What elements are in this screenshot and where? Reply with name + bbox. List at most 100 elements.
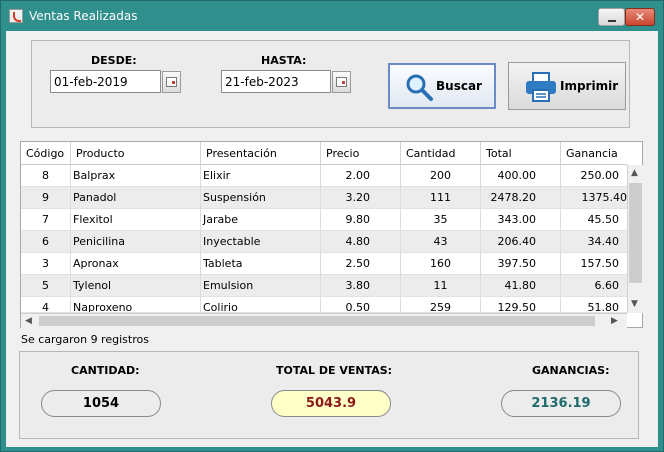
cell-codigo: 8 (21, 165, 71, 187)
cell-presentacion: Jarabe (201, 209, 321, 231)
column-header[interactable]: Ganancia (561, 142, 627, 165)
table-row[interactable]: 5 Tylenol Emulsion 3.80 11 41.80 6.60 (21, 275, 627, 297)
cell-producto: Panadol (71, 187, 201, 209)
calendar-icon (336, 77, 347, 87)
window-title: Ventas Realizadas (29, 9, 138, 23)
cell-precio: 0.50 (321, 297, 401, 312)
cell-codigo: 6 (21, 231, 71, 253)
cell-ganancia: 6.60 (594, 279, 620, 292)
cell-producto: Apronax (71, 253, 201, 275)
total-ventas-label: TOTAL DE VENTAS: (276, 364, 393, 377)
window-client-area: DESDE: 01-feb-2019 HASTA: 21-feb-2023 Bu… (6, 31, 658, 447)
title-bar[interactable]: Ventas Realizadas ✕ (1, 1, 663, 31)
cell-precio: 3.80 (321, 275, 401, 297)
cell-total: 2478.20 (481, 187, 561, 209)
cell-presentacion: Emulsion (201, 275, 321, 297)
cell-codigo: 5 (21, 275, 71, 297)
cell-precio: 2.50 (321, 253, 401, 275)
cell-ganancia: 1375.40 (581, 191, 628, 204)
cell-ganancia: 250.00 (580, 169, 620, 182)
cell-precio: 9.80 (321, 209, 401, 231)
status-text: Se cargaron 9 registros (21, 333, 149, 346)
horizontal-scroll-thumb[interactable] (39, 316, 595, 326)
cell-presentacion: Tableta (201, 253, 321, 275)
cell-precio: 2.00 (321, 165, 401, 187)
scroll-up-icon[interactable]: ▲ (631, 166, 638, 180)
cell-ganancia: 34.40 (587, 235, 620, 248)
scroll-left-icon[interactable]: ◀ (25, 314, 32, 328)
table-row[interactable]: 4 Naproxeno Colirio 0.50 259 129.50 51.8… (21, 297, 627, 313)
cell-codigo: 4 (21, 297, 71, 312)
scroll-down-icon[interactable]: ▼ (631, 297, 638, 311)
cell-total: 206.40 (481, 231, 561, 253)
cell-precio: 3.20 (321, 187, 401, 209)
cell-producto: Tylenol (71, 275, 201, 297)
imprimir-label: Imprimir (560, 79, 619, 93)
column-header[interactable]: Código (21, 142, 71, 165)
cantidad-value: 1054 (41, 390, 161, 417)
buscar-label: Buscar (436, 79, 482, 93)
hasta-label: HASTA: (261, 54, 307, 67)
table-row[interactable]: 7 Flexitol Jarabe 9.80 35 343.00 45.50 (21, 209, 627, 231)
column-header[interactable]: Presentación (201, 142, 321, 165)
cell-total: 41.80 (481, 275, 561, 297)
column-header[interactable]: Producto (71, 142, 201, 165)
table-row[interactable]: 9 Panadol Suspensión 3.20 111 2478.20 13… (21, 187, 627, 209)
ganancias-label: GANANCIAS: (532, 364, 610, 377)
hasta-calendar-button[interactable] (332, 71, 351, 93)
java-cup-icon (9, 9, 23, 23)
cell-cantidad: 35 (401, 209, 481, 231)
desde-calendar-button[interactable] (162, 71, 181, 93)
cell-codigo: 9 (21, 187, 71, 209)
cell-ganancia: 157.50 (580, 257, 620, 270)
cell-producto: Balprax (71, 165, 201, 187)
cell-producto: Flexitol (71, 209, 201, 231)
vertical-scrollbar[interactable]: ▲ ▼ (627, 165, 643, 313)
cell-presentacion: Colirio (201, 297, 321, 312)
cell-ganancia: 51.80 (587, 301, 620, 313)
table-row[interactable]: 3 Apronax Tableta 2.50 160 397.50 157.50 (21, 253, 627, 275)
summary-panel: CANTIDAD: 1054 TOTAL DE VENTAS: 5043.9 G… (19, 351, 639, 439)
printer-icon (526, 72, 556, 102)
cell-presentacion: Suspensión (201, 187, 321, 209)
cell-presentacion: Inyectable (201, 231, 321, 253)
cantidad-label: CANTIDAD: (71, 364, 140, 377)
horizontal-scrollbar[interactable]: ◀ ▶ (21, 313, 627, 328)
cell-precio: 4.80 (321, 231, 401, 253)
total-ventas-value: 5043.9 (271, 390, 391, 417)
cell-total: 343.00 (481, 209, 561, 231)
cell-presentacion: Elixir (201, 165, 321, 187)
desde-date-field[interactable]: 01-feb-2019 (50, 70, 161, 93)
hasta-date-field[interactable]: 21-feb-2023 (221, 70, 331, 93)
cell-cantidad: 160 (401, 253, 481, 275)
column-header[interactable]: Cantidad (401, 142, 481, 165)
buscar-button[interactable]: Buscar (388, 63, 496, 109)
window: Ventas Realizadas ✕ DESDE: 01-feb-2019 H… (0, 0, 664, 452)
minimize-button[interactable] (598, 8, 625, 26)
filter-panel: DESDE: 01-feb-2019 HASTA: 21-feb-2023 Bu… (31, 40, 630, 128)
table-header: Código Producto Presentación Precio Cant… (21, 142, 627, 165)
cell-total: 400.00 (481, 165, 561, 187)
cell-cantidad: 111 (401, 187, 481, 209)
cell-cantidad: 43 (401, 231, 481, 253)
column-header[interactable]: Total (481, 142, 561, 165)
cell-ganancia: 45.50 (587, 213, 620, 226)
ganancias-value: 2136.19 (501, 390, 621, 417)
cell-codigo: 3 (21, 253, 71, 275)
cell-codigo: 7 (21, 209, 71, 231)
vertical-scroll-thumb[interactable] (629, 183, 642, 283)
cell-cantidad: 259 (401, 297, 481, 312)
cell-cantidad: 11 (401, 275, 481, 297)
cell-total: 129.50 (481, 297, 561, 312)
imprimir-button[interactable]: Imprimir (508, 62, 626, 110)
table-row[interactable]: 8 Balprax Elixir 2.00 200 400.00 250.00 (21, 165, 627, 187)
close-icon: ✕ (634, 10, 646, 24)
cell-cantidad: 200 (401, 165, 481, 187)
cell-producto: Naproxeno (71, 297, 201, 312)
close-button[interactable]: ✕ (625, 8, 655, 26)
column-header[interactable]: Precio (321, 142, 401, 165)
ventas-table[interactable]: Código Producto Presentación Precio Cant… (20, 141, 643, 328)
table-row[interactable]: 6 Penicilina Inyectable 4.80 43 206.40 3… (21, 231, 627, 253)
scroll-right-icon[interactable]: ▶ (611, 314, 618, 328)
calendar-icon (166, 77, 177, 87)
